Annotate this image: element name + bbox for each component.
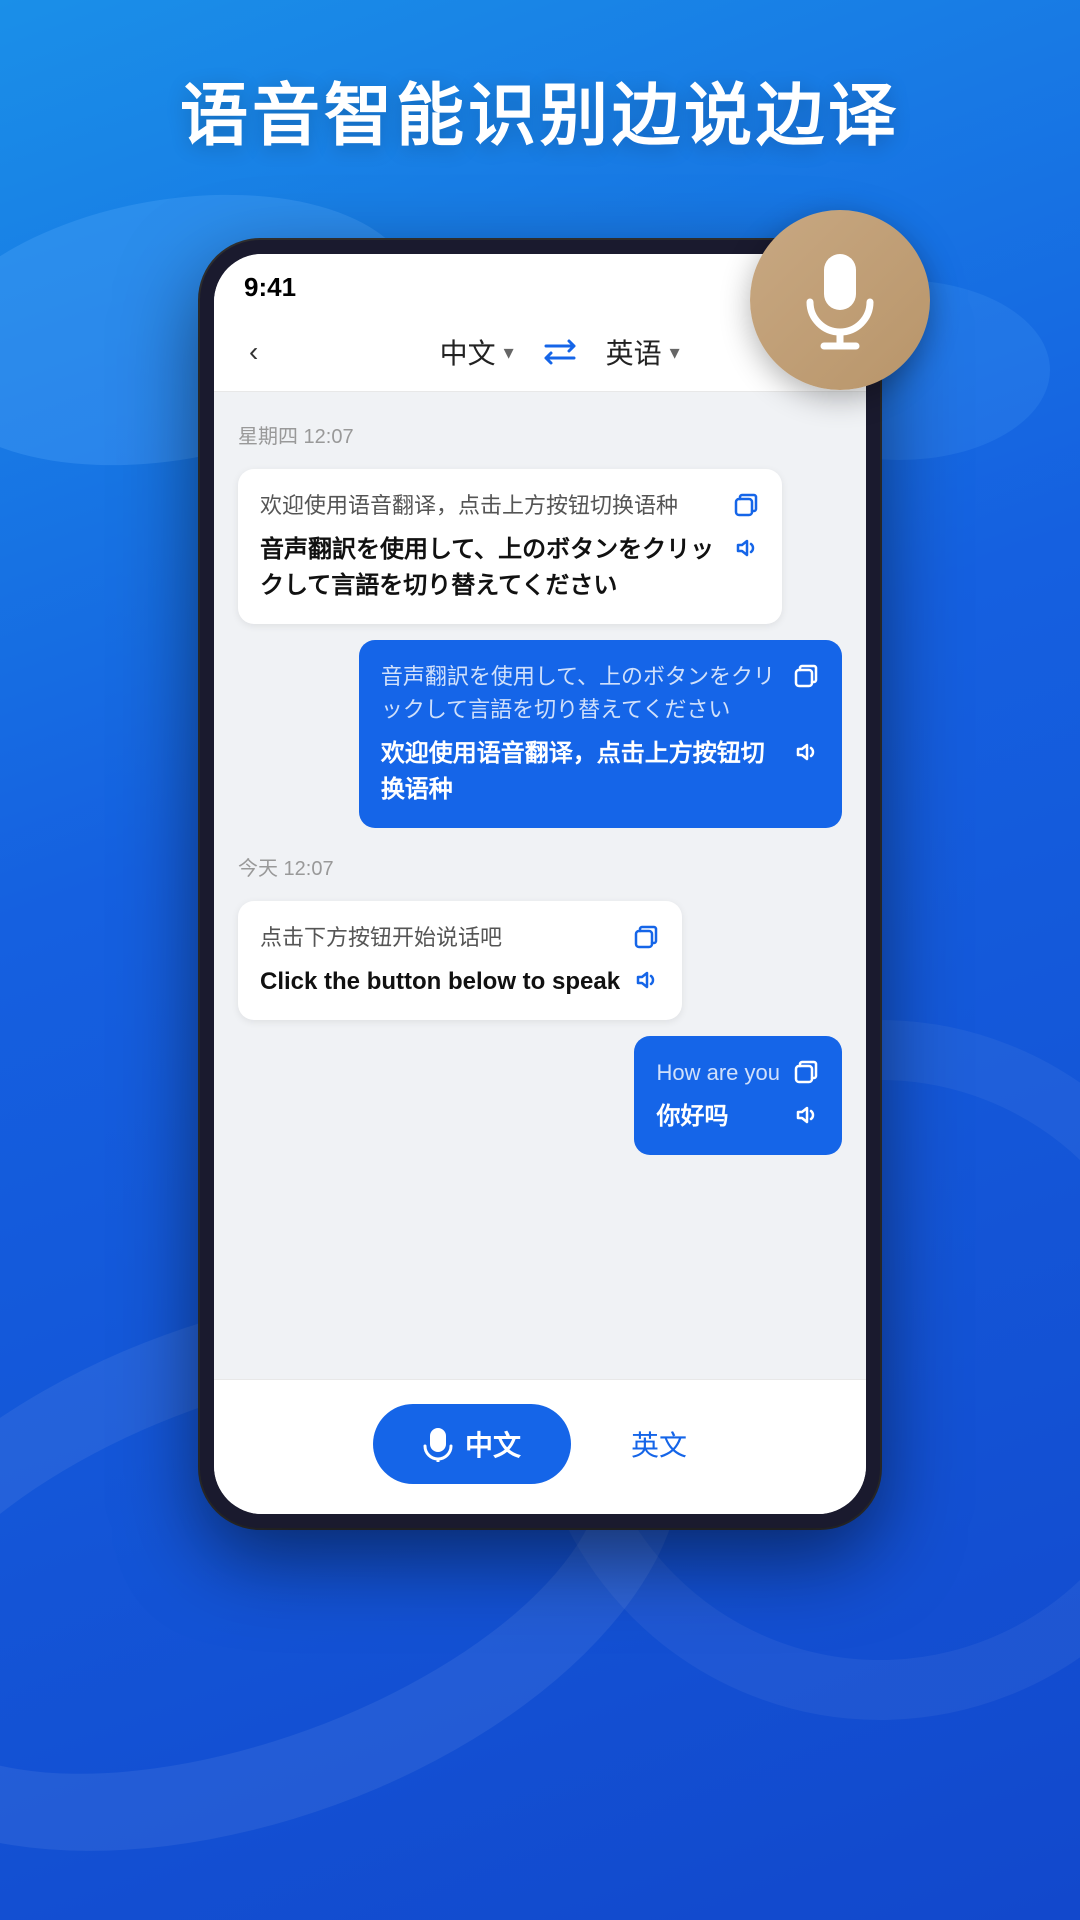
msg4-line2: 你好吗 (656, 1099, 820, 1135)
msg1-line2-text: 音声翻訳を使用して、上のボタンをクリックして言語を切り替えてください (260, 532, 720, 604)
copy-icon-2[interactable] (792, 662, 820, 690)
msg3-line1-text: 点击下方按钮开始说话吧 (260, 921, 620, 954)
sound-icon-3[interactable] (632, 966, 660, 994)
copy-icon-3[interactable] (632, 923, 660, 951)
message-bubble-4: How are you 你好吗 (634, 1036, 842, 1155)
phone-frame: 9:41 ‹ 中文 ▾ (200, 240, 880, 1528)
speak-chinese-label: 中文 (465, 1424, 521, 1464)
msg3-line1: 点击下方按钮开始说话吧 (260, 921, 660, 954)
msg2-line1: 音声翻訳を使用して、上のボタンをクリックして言語を切り替えてください (381, 660, 820, 726)
status-time: 9:41 (244, 272, 296, 303)
source-lang-label[interactable]: 中文 (440, 332, 496, 372)
copy-icon-1[interactable] (732, 491, 760, 519)
message-bubble-2: 音声翻訳を使用して、上のボタンをクリックして言語を切り替えてください 欢迎使用语… (359, 640, 842, 828)
language-selector: 中文 ▾ 英语 ▾ (283, 332, 836, 372)
chat-area[interactable]: 星期四 12:07 欢迎使用语音翻译，点击上方按钮切换语种 音声翻訳を使用して、… (214, 392, 866, 1379)
bottom-bar: 中文 英文 (214, 1379, 866, 1514)
msg4-line1-text: How are you (656, 1056, 780, 1089)
msg1-line1-text: 欢迎使用语音翻译，点击上方按钮切换语种 (260, 489, 720, 522)
sound-icon-4[interactable] (792, 1101, 820, 1129)
msg4-line1: How are you (656, 1056, 820, 1089)
msg2-line2-text: 欢迎使用语音翻译，点击上方按钮切换语种 (381, 736, 780, 808)
target-lang-arrow: ▾ (670, 340, 680, 365)
msg4-line2-text: 你好吗 (656, 1099, 780, 1135)
msg1-line2: 音声翻訳を使用して、上のボタンをクリックして言語を切り替えてください (260, 532, 760, 604)
speak-chinese-button[interactable]: 中文 (373, 1404, 571, 1484)
page-title: 语音智能识别边说边译 (0, 60, 1080, 159)
target-lang-label[interactable]: 英语 (606, 332, 662, 372)
msg3-line2: Click the button below to speak (260, 964, 660, 1000)
msg2-line2: 欢迎使用语音翻译，点击上方按钮切换语种 (381, 736, 820, 808)
speak-english-button[interactable]: 英文 (611, 1404, 707, 1484)
timestamp-2: 今天 12:07 (238, 852, 842, 881)
timestamp-1: 星期四 12:07 (238, 420, 842, 449)
phone-screen: 9:41 ‹ 中文 ▾ (214, 254, 866, 1514)
lang-swap-button[interactable] (522, 338, 598, 366)
mic-float-button[interactable] (750, 210, 930, 390)
speak-english-label: 英文 (631, 1430, 687, 1461)
sound-icon-2[interactable] (792, 738, 820, 766)
phone-mockup: 9:41 ‹ 中文 ▾ (200, 240, 880, 1528)
copy-icon-4[interactable] (792, 1058, 820, 1086)
message-bubble-1: 欢迎使用语音翻译，点击上方按钮切换语种 音声翻訳を使用して、上のボタンをクリック… (238, 469, 782, 624)
source-lang-arrow: ▾ (504, 340, 514, 365)
msg3-line2-text: Click the button below to speak (260, 964, 620, 1000)
back-button[interactable]: ‹ (244, 331, 263, 373)
sound-icon-1[interactable] (732, 534, 760, 562)
msg1-line1: 欢迎使用语音翻译，点击上方按钮切换语种 (260, 489, 760, 522)
message-bubble-3: 点击下方按钮开始说话吧 Click the button below to sp… (238, 901, 682, 1020)
msg2-line1-text: 音声翻訳を使用して、上のボタンをクリックして言語を切り替えてください (381, 660, 780, 726)
